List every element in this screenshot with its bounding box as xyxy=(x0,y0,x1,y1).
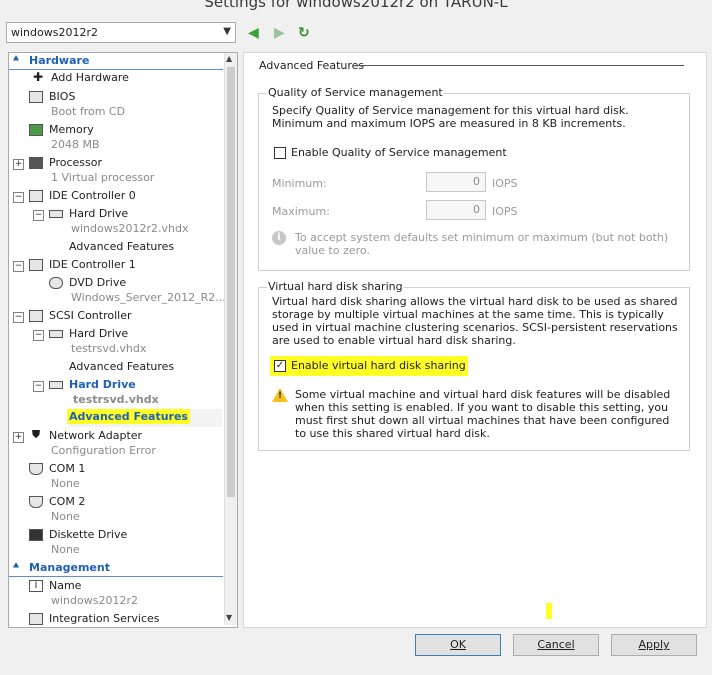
name-icon: I xyxy=(29,580,43,592)
network-adapter-icon: ⛊ xyxy=(31,428,41,441)
title-bar: Settings for windows2012r2 on TARUN-L xyxy=(0,0,712,14)
warning-icon: ! xyxy=(272,388,288,402)
sharing-enable-checkbox[interactable]: ✓ xyxy=(274,360,286,372)
collapse-icon: ⯅ xyxy=(12,561,20,572)
serial-port-icon xyxy=(29,496,43,508)
qos-info-text: To accept system defaults set minimum or… xyxy=(295,231,669,257)
sharing-enable-label: Enable virtual hard disk sharing xyxy=(291,359,466,372)
scroll-up-icon[interactable]: ▲ xyxy=(226,54,232,63)
tree-item-scsi-hd2-advanced-features[interactable]: Advanced Features xyxy=(67,409,190,426)
refresh-icon[interactable]: ↻ xyxy=(298,24,310,42)
details-pane: Advanced Features Quality of Service man… xyxy=(243,52,707,628)
memory-icon xyxy=(29,124,43,136)
sharing-description: Virtual hard disk sharing allows the vir… xyxy=(272,295,678,347)
settings-tree: ⯅ Hardware ✚ Add Hardware BIOS Boot from… xyxy=(8,52,238,628)
controller-icon xyxy=(29,259,43,271)
minimum-unit: IOPS xyxy=(492,177,518,190)
chevron-down-icon: ▼ xyxy=(223,26,231,37)
qos-group-title: Quality of Service management xyxy=(267,86,444,99)
qos-description: Specify Quality of Service management fo… xyxy=(272,104,629,130)
highlight-mark xyxy=(546,603,552,619)
tree-item-scsi-hd1-advanced-features[interactable]: Advanced Features xyxy=(69,360,174,376)
add-hardware-icon: ✚ xyxy=(32,70,44,84)
sharing-warning-text: Some virtual machine and virtual hard di… xyxy=(295,388,671,440)
processor-icon xyxy=(29,157,43,169)
integration-services-icon xyxy=(29,613,43,625)
collapse-icon[interactable]: − xyxy=(33,330,44,341)
management-section-header[interactable]: ⯅ Management xyxy=(9,560,223,577)
collapse-icon[interactable]: − xyxy=(33,210,44,221)
expand-icon[interactable]: + xyxy=(13,432,24,443)
window-title: Settings for windows2012r2 on TARUN-L xyxy=(204,0,508,11)
diskette-icon xyxy=(29,529,43,541)
scrollbar-thumb[interactable] xyxy=(227,67,235,497)
forward-arrow-icon[interactable]: ▶ xyxy=(274,24,285,42)
serial-port-icon xyxy=(29,463,43,475)
scroll-down-icon[interactable]: ▼ xyxy=(226,613,232,622)
collapse-icon[interactable]: − xyxy=(13,192,24,203)
cancel-button[interactable]: Cancel xyxy=(513,634,599,656)
collapse-icon[interactable]: − xyxy=(13,312,24,323)
collapse-icon: ⯅ xyxy=(12,54,20,65)
maximum-unit: IOPS xyxy=(492,205,518,218)
qos-enable-checkbox[interactable] xyxy=(274,147,286,159)
vm-selector-value: windows2012r2 xyxy=(11,26,98,39)
minimum-iops-input[interactable]: 0 xyxy=(426,172,486,192)
sharing-group-title: Virtual hard disk sharing xyxy=(267,280,404,293)
hard-drive-icon xyxy=(49,381,63,389)
collapse-icon[interactable]: − xyxy=(13,261,24,272)
expand-icon[interactable]: + xyxy=(13,159,24,170)
hard-drive-icon xyxy=(49,210,63,218)
info-icon: i xyxy=(272,231,286,245)
maximum-iops-input[interactable]: 0 xyxy=(426,200,486,220)
minimum-label: Minimum: xyxy=(272,177,327,190)
back-arrow-icon[interactable]: ◀ xyxy=(248,24,259,42)
sharing-group: Virtual hard disk sharing Virtual hard d… xyxy=(258,280,690,451)
qos-enable-label: Enable Quality of Service management xyxy=(291,146,507,159)
maximum-label: Maximum: xyxy=(272,205,330,218)
controller-icon xyxy=(29,310,43,322)
vm-selector[interactable]: windows2012r2 ▼ xyxy=(6,22,236,43)
tree-scrollbar[interactable]: ▲ ▼ xyxy=(224,53,237,625)
ok-button[interactable]: OK xyxy=(415,634,501,656)
controller-icon xyxy=(29,190,43,202)
qos-group: Quality of Service management Specify Qu… xyxy=(258,86,690,271)
page-title: Advanced Features xyxy=(259,59,365,72)
title-divider xyxy=(354,65,684,66)
collapse-icon[interactable]: − xyxy=(33,381,44,392)
hardware-section-header[interactable]: ⯅ Hardware xyxy=(9,53,223,70)
apply-button[interactable]: Apply xyxy=(611,634,697,656)
dvd-disc-icon xyxy=(49,277,63,289)
tree-item-ide0-advanced-features[interactable]: Advanced Features xyxy=(69,240,174,256)
bios-chip-icon xyxy=(29,91,43,103)
hard-drive-icon xyxy=(49,330,63,338)
